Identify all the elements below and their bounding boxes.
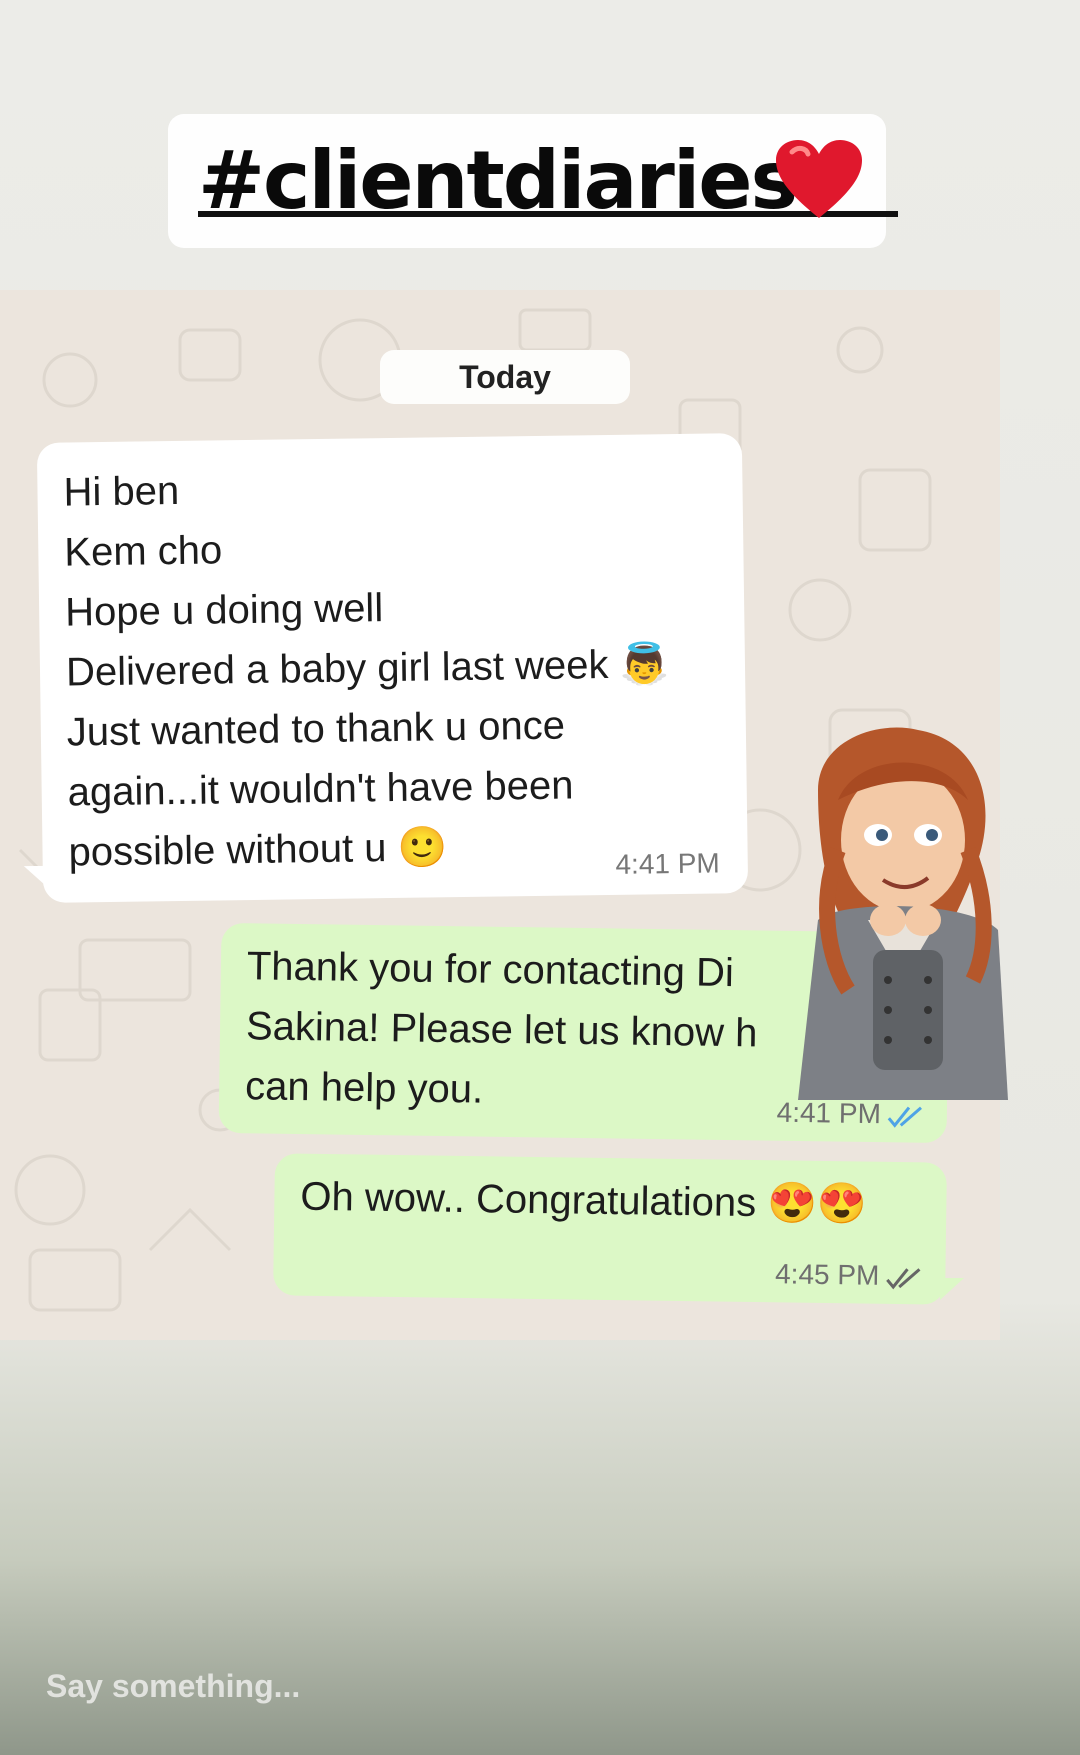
- incoming-message-bubble[interactable]: Hi ben Kem cho Hope u doing well Deliver…: [36, 433, 749, 903]
- story-title: #clientdiaries: [198, 134, 798, 227]
- message-line: possible without u 🙂: [68, 825, 448, 875]
- message-timestamp: 4:41 PM: [776, 1096, 882, 1130]
- message-line: Just wanted to thank u once: [66, 703, 566, 755]
- double-check-read-icon: [887, 1106, 922, 1128]
- message-line: Delivered a baby girl last week 👼: [65, 642, 670, 695]
- story-reply-input[interactable]: Say something...: [46, 1668, 300, 1705]
- message-line: Oh wow.. Congratulations 😍😍: [300, 1174, 868, 1227]
- message-line: Hope u doing well: [64, 586, 384, 635]
- message-line: Kem cho: [64, 528, 223, 575]
- heart-icon: [776, 140, 862, 218]
- double-check-delivered-icon: [886, 1268, 921, 1290]
- outgoing-bubble-tail: [940, 1278, 964, 1300]
- message-line: again...it wouldn't have been: [67, 763, 574, 815]
- message-line: Thank you for contacting Di: [246, 944, 735, 996]
- message-line: Hi ben: [63, 468, 180, 515]
- date-divider: Today: [380, 350, 630, 404]
- girl-cartoon-sticker: [798, 727, 1008, 1100]
- message-timestamp: 4:45 PM: [774, 1258, 880, 1291]
- message-line: can help you.: [244, 1064, 484, 1112]
- outgoing-message-bubble[interactable]: Oh wow.. Congratulations 😍😍 4:45 PM: [273, 1153, 947, 1305]
- message-line: Sakina! Please let us know h: [245, 1004, 758, 1056]
- message-timestamp: 4:41 PM: [615, 847, 720, 880]
